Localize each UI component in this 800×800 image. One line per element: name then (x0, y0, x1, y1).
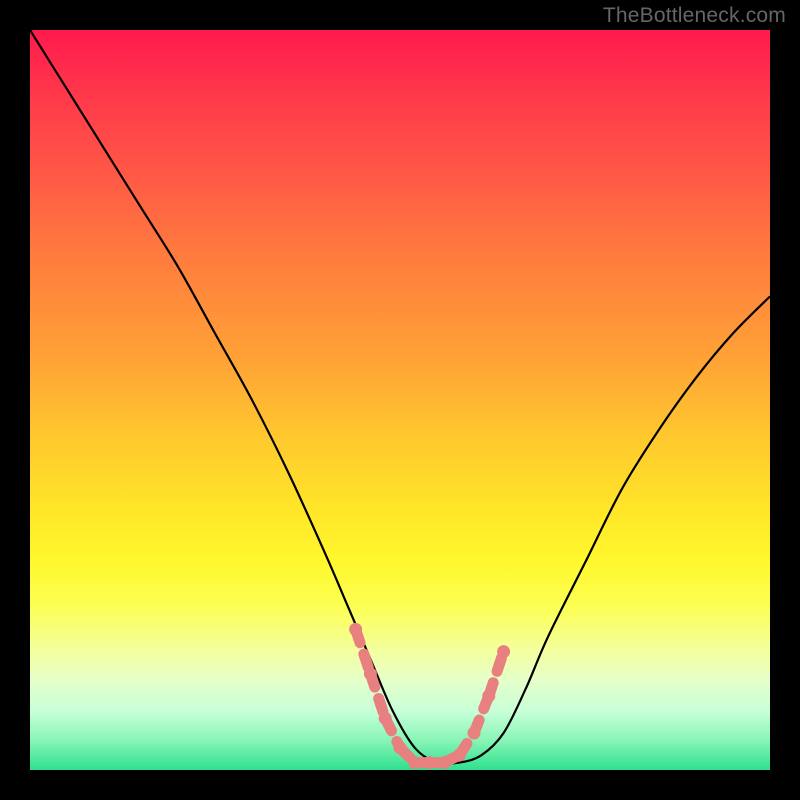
marker-segment (370, 674, 385, 718)
marker-dot (482, 690, 495, 703)
marker-dot (453, 749, 466, 762)
watermark-text: TheBottleneck.com (603, 4, 786, 28)
marker-dot (497, 645, 510, 658)
marker-dot (364, 667, 377, 680)
marker-dot (349, 623, 362, 636)
marker-dot (379, 712, 392, 725)
plot-area (30, 30, 770, 770)
marker-dot (468, 727, 481, 740)
marker-dot (394, 741, 407, 754)
min-region-markers (349, 623, 510, 769)
marker-dot (408, 756, 421, 769)
marker-dot (438, 756, 451, 769)
chart-frame: TheBottleneck.com (0, 0, 800, 800)
bottleneck-curve-path (30, 30, 770, 764)
marker-dot (423, 756, 436, 769)
curve-svg (30, 30, 770, 770)
marker-segment (356, 629, 371, 673)
marker-segment (489, 652, 504, 696)
